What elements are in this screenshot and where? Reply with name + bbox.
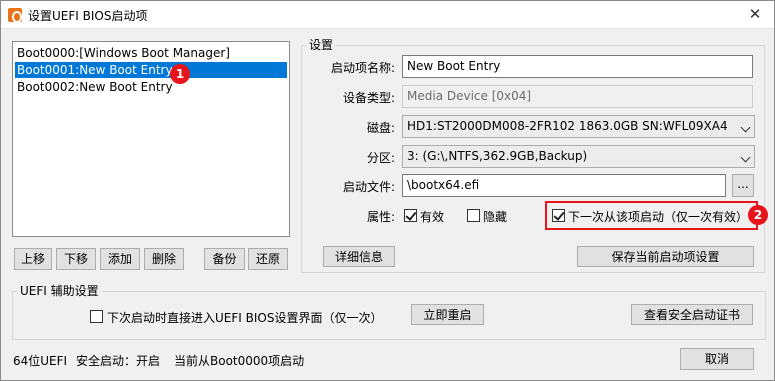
attributes-label: 属性: [366, 210, 395, 224]
restore-button[interactable]: 还原 [248, 248, 288, 270]
entry-name-input[interactable]: New Boot Entry [402, 55, 753, 78]
partition-select-value: 3: (G:\,NTFS,362.9GB,Backup) [407, 149, 588, 163]
chevron-down-icon [740, 152, 751, 163]
annotation-badge-1: 1 [170, 64, 190, 84]
move-up-button[interactable]: 上移 [14, 248, 52, 270]
disk-select[interactable]: HD1:ST2000DM008-2FR102 1863.0GB SN:WFL09… [402, 115, 755, 138]
valid-checkbox-label: 有效 [420, 210, 445, 224]
device-type-label: 设备类型: [342, 91, 395, 105]
app-logo-icon [8, 8, 22, 23]
hidden-checkbox-label: 隐藏 [483, 210, 508, 224]
window-title: 设置UEFI BIOS启动项 [28, 9, 148, 23]
add-button[interactable]: 添加 [100, 248, 140, 270]
enter-bios-label: 下次启动时直接进入UEFI BIOS设置界面（仅一次） [107, 311, 383, 325]
partition-select[interactable]: 3: (G:\,NTFS,362.9GB,Backup) [402, 145, 755, 168]
save-entry-button[interactable]: 保存当前启动项设置 [577, 246, 754, 267]
title-bar: 设置UEFI BIOS启动项 ✕ [1, 1, 774, 29]
details-button[interactable]: 详细信息 [323, 246, 395, 267]
secure-boot-status: 安全启动：开启 [76, 354, 161, 368]
disk-select-value: HD1:ST2000DM008-2FR102 1863.0GB SN:WFL09… [407, 119, 728, 133]
chevron-down-icon [740, 122, 751, 133]
list-item[interactable]: Boot0000:[Windows Boot Manager] [15, 45, 230, 61]
boot-file-input[interactable]: \bootx64.efi [402, 174, 726, 197]
restart-now-button[interactable]: 立即重启 [411, 304, 484, 325]
boot-next-once-checkbox[interactable] [552, 209, 565, 222]
uefi-mode-status: 64位UEFI [13, 354, 68, 368]
boot-next-once-label: 下一次从该项启动（仅一次有效） [568, 210, 749, 224]
entry-name-label: 启动项名称: [330, 61, 395, 75]
hidden-checkbox[interactable] [467, 209, 480, 222]
backup-button[interactable]: 备份 [204, 248, 245, 270]
boot-entry-list[interactable]: Boot0000:[Windows Boot Manager] Boot0001… [12, 41, 290, 237]
list-item[interactable]: Boot0002:New Boot Entry [15, 79, 173, 95]
cancel-button[interactable]: 取消 [680, 348, 754, 370]
device-type-field: Media Device [0x04] [402, 85, 753, 108]
view-secure-boot-cert-button[interactable]: 查看安全启动证书 [631, 304, 753, 325]
uefi-boot-settings-dialog: 设置UEFI BIOS启动项 ✕ Boot0000:[Windows Boot … [0, 0, 775, 381]
valid-checkbox[interactable] [404, 209, 417, 222]
boot-file-label: 启动文件: [342, 180, 395, 194]
browse-button[interactable]: ... [732, 174, 754, 197]
partition-label: 分区: [366, 151, 395, 165]
move-down-button[interactable]: 下移 [56, 248, 96, 270]
current-boot-status: 当前从Boot0000项启动 [174, 354, 305, 368]
close-icon[interactable]: ✕ [739, 1, 771, 29]
disk-label: 磁盘: [366, 121, 395, 135]
uefi-helper-group-title: UEFI 辅助设置 [17, 284, 102, 298]
delete-button[interactable]: 删除 [144, 248, 184, 270]
enter-bios-checkbox[interactable] [90, 310, 103, 323]
list-item-selected[interactable]: Boot0001:New Boot Entry [15, 62, 287, 78]
settings-group-title: 设置 [306, 38, 337, 52]
annotation-badge-2: 2 [748, 205, 768, 225]
